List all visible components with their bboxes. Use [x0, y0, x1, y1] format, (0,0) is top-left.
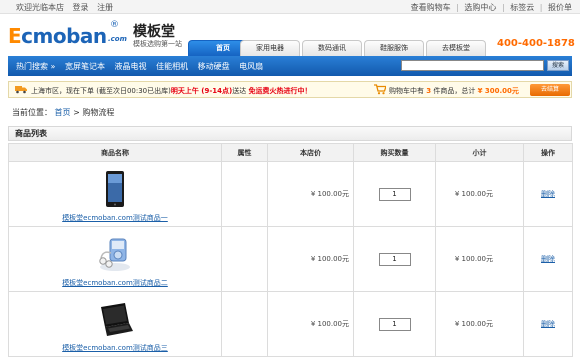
- quantity-input[interactable]: 1: [378, 317, 411, 331]
- table-row: 模板堂ecmoban.com测试商品一 ¥ 100.00元 1 ¥ 100.00…: [8, 161, 573, 227]
- section-title: 商品列表: [8, 126, 572, 141]
- col-header-price: 本店价: [267, 143, 354, 162]
- attr-cell: [221, 161, 268, 227]
- delivery-message: 上海市区，现在下单 (截至次日00:30已出库)明天上午 (9-14点)送达 免…: [31, 86, 311, 96]
- product-cell: 模板堂ecmoban.com测试商品三: [8, 291, 222, 357]
- view-cart-link[interactable]: 查看购物车: [411, 3, 451, 12]
- hotline-number: 400-400-1878: [497, 38, 575, 49]
- register-link[interactable]: 注册: [97, 3, 113, 12]
- breadcrumb-separator: >: [73, 108, 80, 117]
- col-header-name: 商品名称: [8, 143, 222, 162]
- hot-search: 热门搜索 » 宽屏笔记本 液晶电视 佳能相机 移动硬盘 电风扇: [16, 61, 270, 72]
- product-cell: 模板堂ecmoban.com测试商品一: [8, 161, 222, 227]
- top-bar-left: 欢迎光临本店 登录 注册: [16, 2, 119, 13]
- music-player-icon[interactable]: [95, 234, 135, 274]
- truck-icon: [15, 86, 27, 94]
- search-input[interactable]: [401, 60, 544, 71]
- logo-cn: 模板堂: [133, 24, 175, 40]
- hot-search-item[interactable]: 移动硬盘: [198, 62, 230, 71]
- logo-brand: Ecmoban: [8, 24, 107, 48]
- cart-table: 商品名称 属性 本店价 购买数量 小计 操作 模板堂ecmoban.com测试商…: [8, 143, 573, 357]
- delivery-time: 明天上午 (9-14点): [170, 87, 233, 95]
- qty-cell: 1: [353, 291, 436, 357]
- mini-cart-summary: 购物车中有 3 件商品，总计 ¥ 300.00元: [389, 86, 519, 96]
- delete-link[interactable]: 删除: [541, 255, 555, 263]
- breadcrumb-home[interactable]: 首页: [55, 108, 71, 117]
- product-name-link[interactable]: 模板堂ecmoban.com测试商品一: [9, 213, 221, 223]
- breadcrumb-label: 当前位置：: [12, 108, 52, 117]
- hot-search-label: 热门搜索 »: [16, 62, 56, 71]
- login-link[interactable]: 登录: [73, 3, 89, 12]
- top-bar-right: 查看购物车 | 选购中心 | 标签云 | 报价单: [408, 2, 572, 13]
- logo-slogan: 模板选购第一站: [133, 40, 182, 48]
- divider: |: [456, 3, 459, 12]
- free-shipping-promo: 免运费火热进行中！: [248, 87, 312, 95]
- nav-tab-template[interactable]: 去模板堂: [426, 40, 486, 56]
- delete-link[interactable]: 删除: [541, 320, 555, 328]
- breadcrumb-current: 购物流程: [82, 108, 115, 117]
- col-header-action: 操作: [523, 143, 573, 162]
- action-cell: 删除: [523, 161, 573, 227]
- welcome-text: 欢迎光临本店: [16, 3, 64, 12]
- col-header-subtotal: 小计: [435, 143, 524, 162]
- col-header-attr: 属性: [221, 143, 268, 162]
- product-name-link[interactable]: 模板堂ecmoban.com测试商品三: [9, 343, 221, 353]
- col-header-qty: 购买数量: [353, 143, 436, 162]
- hot-search-item[interactable]: 电风扇: [239, 62, 263, 71]
- checkout-button[interactable]: 去结算: [530, 84, 570, 96]
- logo-com: .com: [108, 35, 127, 43]
- price-cell: ¥ 100.00元: [267, 161, 354, 227]
- mini-cart-count: 3: [426, 87, 432, 95]
- registered-mark: ®: [110, 20, 119, 30]
- product-name-link[interactable]: 模板堂ecmoban.com测试商品二: [9, 278, 221, 288]
- tag-cloud-link[interactable]: 标签云: [510, 3, 534, 12]
- table-row: 模板堂ecmoban.com测试商品三 ¥ 100.00元 1 ¥ 100.00…: [8, 291, 573, 357]
- cart-icon: [374, 84, 386, 95]
- mini-cart-mid: 件商品，总计: [433, 87, 476, 95]
- top-bar: 欢迎光临本店 登录 注册 查看购物车 | 选购中心 | 标签云 | 报价单: [0, 0, 580, 14]
- nav-tab-digital[interactable]: 数码通讯: [302, 40, 362, 56]
- hot-search-item[interactable]: 佳能相机: [156, 62, 188, 71]
- mini-cart-total: ¥ 300.00元: [477, 87, 519, 95]
- divider: |: [539, 3, 543, 12]
- delivery-prefix: 上海市区，现在下单 (截至次日00:30已出库): [31, 87, 171, 95]
- nav-tab-appliances[interactable]: 家用电器: [240, 40, 300, 56]
- table-header-row: 商品名称 属性 本店价 购买数量 小计 操作: [8, 143, 573, 162]
- divider: |: [501, 3, 505, 12]
- hot-search-item[interactable]: 液晶电视: [115, 62, 147, 71]
- shopping-center-link[interactable]: 选购中心: [464, 3, 496, 12]
- attr-cell: [221, 226, 268, 292]
- delivery-middle: 送达: [232, 87, 249, 95]
- tablet-icon[interactable]: [95, 169, 135, 209]
- quantity-input[interactable]: 1: [378, 252, 411, 266]
- subtotal-cell: ¥ 100.00元: [435, 291, 524, 357]
- quantity-input[interactable]: 1: [378, 187, 411, 201]
- qty-cell: 1: [353, 161, 436, 227]
- laptop-icon[interactable]: [95, 299, 135, 339]
- search-button[interactable]: 搜索: [547, 60, 569, 71]
- price-cell: ¥ 100.00元: [267, 291, 354, 357]
- table-row: 模板堂ecmoban.com测试商品二 ¥ 100.00元 1 ¥ 100.00…: [8, 226, 573, 292]
- mini-cart-prefix: 购物车中有: [389, 87, 424, 95]
- logo-brand-rest: cmoban: [21, 24, 107, 48]
- hot-search-item[interactable]: 宽屏笔记本: [65, 62, 105, 71]
- delete-link[interactable]: 删除: [541, 190, 555, 198]
- product-cell: 模板堂ecmoban.com测试商品二: [8, 226, 222, 292]
- search-bar: 热门搜索 » 宽屏笔记本 液晶电视 佳能相机 移动硬盘 电风扇 搜索: [8, 56, 572, 76]
- logo-e: E: [8, 24, 22, 48]
- quote-link[interactable]: 报价单: [548, 3, 572, 12]
- attr-cell: [221, 291, 268, 357]
- qty-cell: 1: [353, 226, 436, 292]
- action-cell: 删除: [523, 226, 573, 292]
- nav-tab-apparel[interactable]: 鞋服服饰: [364, 40, 424, 56]
- subtotal-cell: ¥ 100.00元: [435, 226, 524, 292]
- price-cell: ¥ 100.00元: [267, 226, 354, 292]
- action-cell: 删除: [523, 291, 573, 357]
- delivery-notice-bar: 上海市区，现在下单 (截至次日00:30已出库)明天上午 (9-14点)送达 免…: [8, 81, 572, 98]
- subtotal-cell: ¥ 100.00元: [435, 161, 524, 227]
- breadcrumb: 当前位置： 首页 > 购物流程: [12, 107, 114, 118]
